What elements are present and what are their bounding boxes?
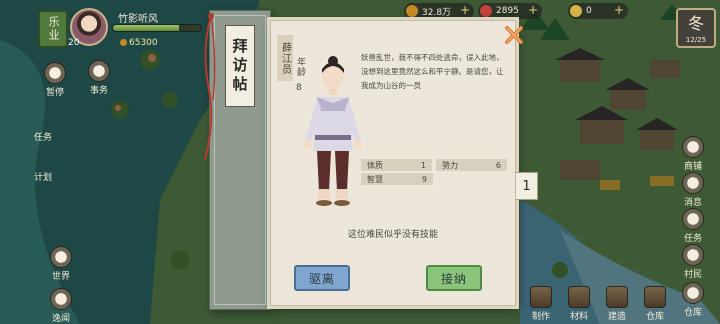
resource-jade-value: 2895 [496,6,519,16]
side-menu-messages-label: 消息 [683,198,702,208]
hammer-icon [606,286,628,308]
season-badge[interactable]: 冬 12/25 [676,8,716,48]
stat-label: 勢力 [442,160,458,170]
resource-copper[interactable]: 32.8万 + [404,3,474,19]
stat-value: 6 [495,160,501,170]
bottom-menu-materials-label: 材料 [569,312,588,322]
hud-coins: 65300 [120,38,158,48]
red-rope-decoration [204,13,216,161]
stat-value: 9 [421,174,427,184]
visitor-stats: 体质 1 勢力 6 智慧 9 [361,159,507,187]
stat-label: 体质 [367,160,383,170]
bottom-menu-materials[interactable]: 材料 [568,286,590,322]
bottom-menu-build-label: 建造 [607,312,626,322]
side-menu-messages[interactable]: 消息 [682,172,704,208]
quest-icon [682,208,704,230]
side-menu-villagers-label: 村民 [683,270,702,280]
region-badge[interactable]: 乐业 [38,10,68,48]
bottom-menu-build[interactable]: 建造 [606,286,628,322]
stat-strength: 勢力 6 [436,159,507,171]
side-menu-world-label: 世界 [51,272,70,282]
player-panel[interactable]: 乐业 20 竹影听风 65300 [38,6,208,50]
bottom-menu-warehouse[interactable]: 仓库 [644,286,666,322]
side-menu-storage-label: 仓库 [683,308,702,318]
accept-button[interactable]: 接纳 [426,265,482,291]
plus-icon[interactable]: + [614,3,624,17]
skill-note: 这位难民似乎没有技能 [347,230,438,240]
side-menu-tasks[interactable]: 任务 [34,130,52,143]
bottom-menu-crafting[interactable]: 制作 [530,286,552,322]
scroll-icon [88,60,110,82]
side-menu-anecdotes-label: 逸闻 [51,314,70,324]
close-icon[interactable] [503,24,525,46]
side-menu-shop-label: 商铺 [683,162,702,172]
side-menu-anecdotes[interactable]: 逸闻 [50,288,72,324]
season-name: 冬 [687,14,704,33]
xp-bar [112,24,202,32]
player-name: 竹影听风 [118,14,158,25]
message-icon [682,172,704,194]
side-menu-affairs[interactable]: 事务 [88,60,110,96]
bottom-menu-warehouse-label: 仓库 [645,312,664,322]
copper-coin-icon [406,5,418,17]
side-menu-storage[interactable]: 仓库 [682,282,704,318]
side-menu-world[interactable]: 世界 [50,246,72,282]
side-menu-plan[interactable]: 计划 [34,170,52,183]
pause-icon [44,62,66,84]
resource-ingot-value: 0 [586,6,592,16]
warehouse-icon [644,286,666,308]
resource-copper-value: 32.8万 [422,7,452,18]
materials-icon [568,286,590,308]
plus-icon[interactable]: + [528,3,538,17]
flower-icon [682,136,704,158]
season-date: 12/25 [685,36,707,44]
dialog-title: 拜访帖 [225,25,255,107]
visitor-bio: 妖兽乱世，我不得不四处逃命，误入此地，没想到这里竟然这么和平宁静。是请您，让我成… [361,53,504,90]
stat-wisdom: 智慧 9 [361,173,433,185]
side-menu-plan-label: 计划 [34,173,53,183]
stat-constitution: 体质 1 [361,159,432,171]
storage-icon [682,282,704,304]
side-menu-pause-label: 暂停 [45,88,64,98]
globe-icon [50,246,72,268]
side-menu-quests[interactable]: 任务 [682,208,704,244]
side-menu-quests-label: 任务 [683,234,702,244]
side-menu-tasks-label: 任务 [34,133,53,143]
bottom-menu-crafting-label: 制作 [531,312,550,322]
visit-card-dialog: 薛江员 年龄 8 妖兽乱世，我不得不四处逃命，误入此地，没想到这里竟然这么和平宁… [270,20,516,306]
stat-value: 1 [420,160,426,170]
player-level: 20 [68,38,80,48]
page-tab[interactable]: 1 [516,172,538,200]
villager-icon [682,244,704,266]
plus-icon[interactable]: + [460,3,470,17]
stat-label: 智慧 [367,174,383,184]
side-menu-affairs-label: 事务 [89,86,108,96]
stat-row: 体质 1 勢力 6 [361,159,507,171]
resource-ingot[interactable]: 0 + [568,3,628,19]
stat-row: 智慧 9 [361,173,507,185]
expel-button[interactable]: 驱离 [294,265,350,291]
crafting-icon [530,286,552,308]
hud-coins-value: 65300 [129,38,158,48]
side-menu-pause[interactable]: 暂停 [44,62,66,98]
side-menu-villagers[interactable]: 村民 [682,244,704,280]
resource-jade[interactable]: 2895 + [478,3,542,19]
coin-icon [120,39,127,46]
visitor-portrait [304,56,362,206]
gold-ingot-icon [570,5,582,17]
side-menu-shop[interactable]: 商铺 [682,136,704,172]
xp-bar-fill [113,25,179,31]
red-jade-icon [480,5,492,17]
book-icon [50,288,72,310]
